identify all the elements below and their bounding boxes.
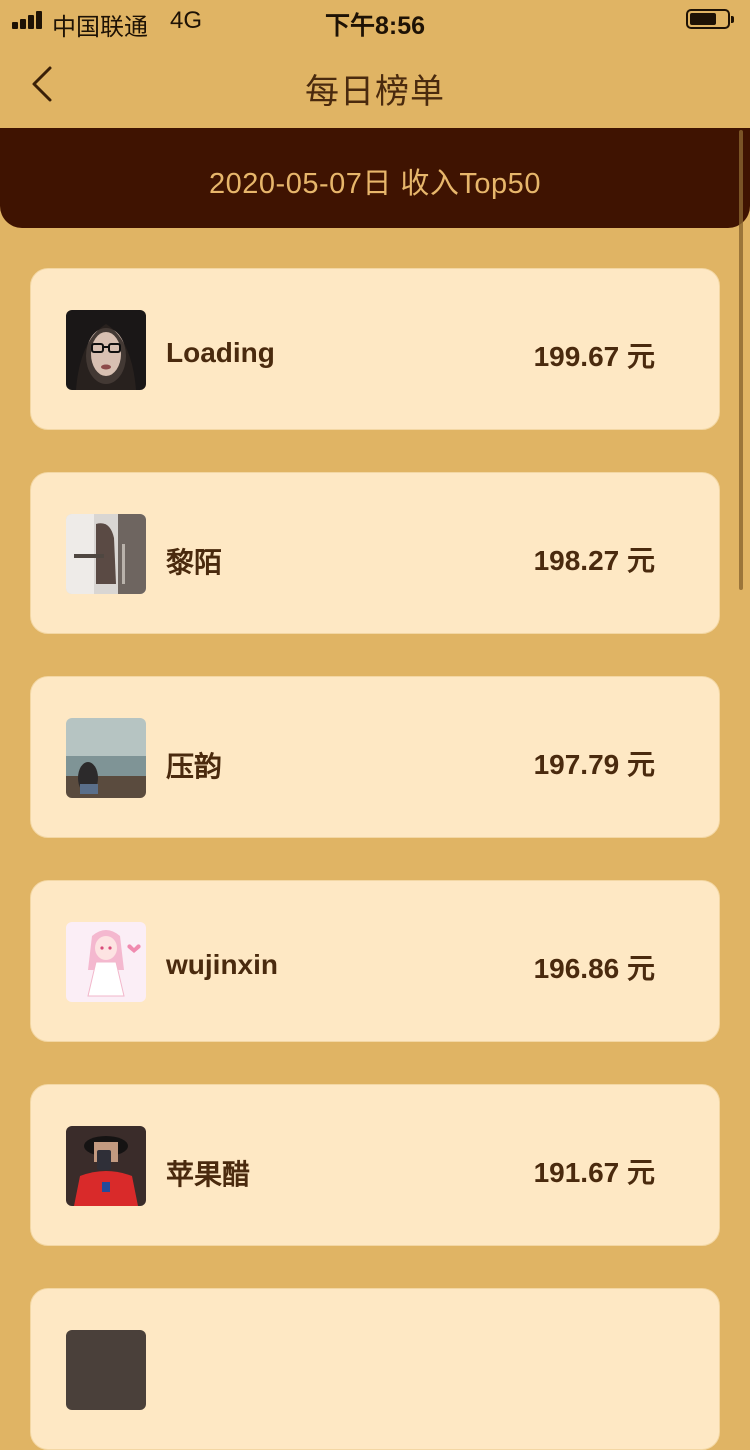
battery-icon: [686, 9, 734, 29]
avatar[interactable]: [66, 1126, 146, 1206]
ranking-item[interactable]: 苹果醋 191.67 元: [30, 1084, 720, 1246]
income-amount: 196.86 元: [533, 953, 655, 984]
status-time: 下午8:56: [324, 12, 426, 40]
ranking-item[interactable]: wujinxin 196.86 元: [30, 880, 720, 1042]
avatar[interactable]: [66, 922, 146, 1002]
income-amount: 199.67 元: [533, 341, 655, 372]
date-banner: 2020-05-07日 收入Top50: [0, 128, 750, 228]
income-amount: 197.79 元: [533, 749, 655, 780]
status-bar: 中国联通 4G 下午8:56: [0, 0, 750, 42]
user-name: 黎陌: [166, 547, 223, 578]
income-amount: 191.67 元: [533, 1157, 655, 1188]
avatar[interactable]: [66, 1330, 146, 1410]
scrollbar[interactable]: [739, 130, 743, 590]
user-name: Loading: [166, 337, 275, 368]
banner-title: 2020-05-07日 收入Top50: [209, 168, 541, 200]
ranking-item[interactable]: 压韵 197.79 元: [30, 676, 720, 838]
user-name: wujinxin: [166, 949, 278, 980]
ranking-item[interactable]: [30, 1288, 720, 1450]
ranking-item[interactable]: 黎陌 198.27 元: [30, 472, 720, 634]
page-title: 每日榜单: [305, 73, 445, 111]
income-amount: 198.27 元: [533, 545, 655, 576]
avatar[interactable]: [66, 514, 146, 594]
avatar[interactable]: [66, 310, 146, 390]
avatar[interactable]: [66, 718, 146, 798]
nav-bar: 每日榜单: [0, 42, 750, 128]
ranking-item[interactable]: Loading 199.67 元: [30, 268, 720, 430]
user-name: 压韵: [166, 751, 223, 782]
user-name: 苹果醋: [166, 1159, 251, 1190]
